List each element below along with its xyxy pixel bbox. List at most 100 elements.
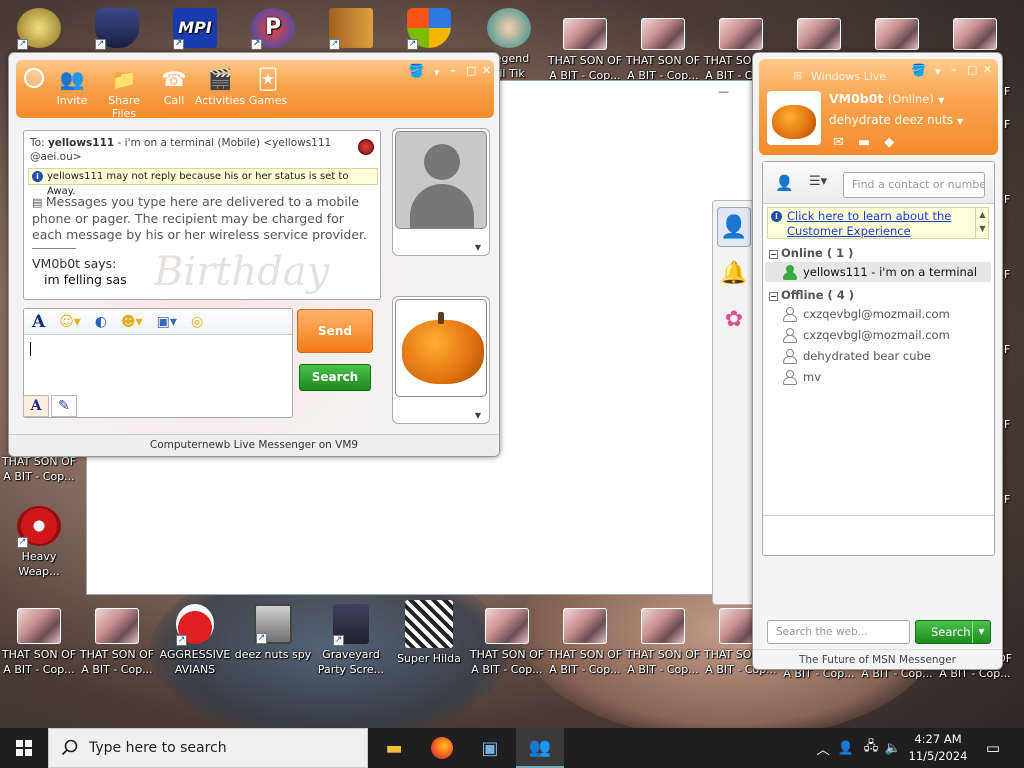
- chevron-down-icon[interactable]: ▼: [475, 411, 481, 420]
- share-files-button[interactable]: 📁 Share Files: [96, 66, 152, 120]
- minimize-icon[interactable]: –: [951, 63, 957, 76]
- paint-bucket-icon[interactable]: 🪣: [408, 64, 424, 79]
- text-mode-tab[interactable]: A: [23, 395, 49, 417]
- menu-orb-icon[interactable]: [24, 68, 44, 88]
- nudge-icon[interactable]: ◎: [191, 314, 203, 330]
- desktop-icon-thatson-left[interactable]: THAT SON OF A BIT - Cop...: [0, 454, 78, 484]
- search-button[interactable]: Search: [299, 364, 371, 391]
- contact-list-window[interactable]: ⊞ Windows Live 🪣 ▾ – □ ✕ VM0b0t (Online)…: [752, 52, 1003, 670]
- firefox-icon[interactable]: [418, 728, 466, 768]
- spaces-icon[interactable]: ◆: [884, 135, 894, 150]
- photo-icon: [641, 608, 685, 644]
- block-icon[interactable]: [358, 139, 374, 155]
- start-button[interactable]: [0, 728, 48, 768]
- desktop-icon-5[interactable]: ↗: [312, 8, 390, 51]
- desktop-icon-thatson-b5[interactable]: THAT SON OF A BIT - Cop...: [624, 608, 702, 677]
- desktop-icon-3[interactable]: MPI ↗: [156, 8, 234, 51]
- desktop-icon-2[interactable]: ↗: [78, 8, 156, 51]
- contacts-tab[interactable]: 👤: [717, 207, 751, 247]
- desktop-icon-6[interactable]: ↗: [390, 8, 468, 51]
- minimize-icon[interactable]: —: [718, 85, 729, 98]
- desktop-icon-thatson-t4[interactable]: [780, 18, 858, 53]
- desktop-icon-super-hilda[interactable]: Super Hilda: [390, 600, 468, 666]
- maximize-icon[interactable]: □: [466, 64, 476, 77]
- desktop-icon-aggressive-avians[interactable]: ↗ AGGRESSIVE AVIANS: [156, 604, 234, 677]
- windows-logo-icon: [16, 740, 32, 756]
- desktop-icon-thatson-t6[interactable]: [936, 18, 1014, 53]
- desktop-icon-thatson-t5[interactable]: [858, 18, 936, 53]
- contact-display-picture[interactable]: ▼: [392, 128, 490, 256]
- desktop-icon-heavy-weapons[interactable]: ↗ Heavy Weap...: [0, 506, 78, 579]
- chevron-down-icon[interactable]: ▾: [935, 65, 941, 78]
- group-online[interactable]: − Online ( 1 ): [769, 246, 853, 260]
- contact-row[interactable]: cxzqevbgl@mozmail.com: [765, 325, 991, 345]
- desktop-icon-thatson-b2[interactable]: THAT SON OF A BIT - Cop...: [78, 608, 156, 677]
- invite-button[interactable]: 👥 Invite: [44, 66, 100, 107]
- minimize-icon[interactable]: –: [450, 64, 456, 77]
- voice-clip-icon[interactable]: ◐: [95, 314, 107, 330]
- conversation-window[interactable]: 👥 Invite 📁 Share Files ☎ Call 🎬 Activiti…: [8, 52, 500, 457]
- chevron-down-icon[interactable]: ▼: [957, 117, 963, 126]
- desktop-icon-4[interactable]: P ↗: [234, 8, 312, 51]
- desktop-icon-graveyard[interactable]: ↗ Graveyard Party Scre...: [312, 604, 390, 677]
- desktop-icon-thatson-b4[interactable]: THAT SON OF A BIT - Cop...: [546, 608, 624, 677]
- collapse-icon[interactable]: −: [769, 250, 778, 259]
- my-display-picture[interactable]: ▼: [392, 296, 490, 424]
- mail-icon[interactable]: ✉: [833, 135, 844, 150]
- my-name[interactable]: VM0b0t (Online) ▼: [829, 91, 944, 106]
- handwriting-mode-tab[interactable]: ✎: [51, 395, 77, 417]
- font-icon[interactable]: A: [32, 312, 45, 332]
- contact-row[interactable]: cxzqevbgl@mozmail.com: [765, 304, 991, 324]
- conversation-history[interactable]: Birthday To: yellows111 - i'm on a termi…: [23, 130, 381, 300]
- background-icon[interactable]: ▣▾: [157, 314, 177, 330]
- notification-icon[interactable]: ▭: [978, 728, 1008, 768]
- chevron-down-icon[interactable]: ▾: [434, 66, 440, 79]
- collapse-icon[interactable]: −: [769, 292, 778, 301]
- emoticon-icon[interactable]: ☺▾: [59, 314, 81, 330]
- wink-icon[interactable]: ☻▾: [121, 314, 143, 330]
- find-contact-input[interactable]: Find a contact or number: [843, 172, 985, 198]
- desktop-icon-thatson-b1[interactable]: THAT SON OF A BIT - Cop...: [0, 608, 78, 677]
- web-search-input[interactable]: Search the web...: [767, 620, 910, 644]
- close-icon[interactable]: ✕: [482, 64, 491, 77]
- personal-message[interactable]: dehydrate deez nuts ▼: [829, 113, 963, 127]
- group-offline[interactable]: − Offline ( 4 ): [769, 288, 854, 302]
- desktop-icon-thatson-t2[interactable]: THAT SON OF A BIT - Cop...: [624, 18, 702, 83]
- chevron-down-icon[interactable]: ▼: [972, 621, 990, 643]
- clock[interactable]: 4:27 AM 11/5/2024: [902, 731, 974, 765]
- contact-row[interactable]: dehydrated bear cube: [765, 346, 991, 366]
- customer-experience-link[interactable]: i Click here to learn about the Customer…: [767, 207, 989, 239]
- games-button[interactable]: 🃏 Games: [240, 66, 296, 107]
- send-button[interactable]: Send: [297, 309, 373, 353]
- volume-icon[interactable]: 🔈: [882, 728, 904, 768]
- photo-icon: [563, 608, 607, 644]
- bell-icon[interactable]: 🔔: [717, 253, 751, 293]
- contact-row[interactable]: yellows111 - i'm on a terminal: [765, 262, 991, 282]
- show-hidden-icons[interactable]: ︿: [814, 728, 832, 768]
- contact-row[interactable]: mv: [765, 367, 991, 387]
- desktop-icon-1[interactable]: ↗: [0, 8, 78, 51]
- messenger-tray-icon[interactable]: 👤: [836, 728, 856, 768]
- network-icon[interactable]: 🖧: [860, 728, 882, 768]
- flowers-icon[interactable]: ✿: [717, 299, 751, 339]
- close-icon[interactable]: ✕: [983, 63, 992, 76]
- maximize-icon[interactable]: □: [967, 63, 977, 76]
- web-search-button[interactable]: Search ▼: [915, 620, 991, 644]
- messenger-taskbar-icon[interactable]: 👥: [516, 728, 564, 768]
- desktop-icon-deez-nuts-spy[interactable]: ↗ deez nuts spy: [234, 604, 312, 662]
- desktop-icon-thatson-b3[interactable]: THAT SON OF A BIT - Cop...: [468, 608, 546, 677]
- chevron-down-icon[interactable]: ▼: [938, 96, 944, 105]
- window-app-icon[interactable]: ▣: [466, 728, 514, 768]
- view-options-icon[interactable]: ☰▾: [809, 174, 827, 189]
- paint-bucket-icon[interactable]: 🪣: [911, 63, 926, 77]
- recipient-name: yellows111: [47, 137, 115, 149]
- folder-icon[interactable]: ▬: [858, 135, 870, 150]
- promo-scrollbar[interactable]: ▲ ▼: [975, 208, 989, 238]
- file-explorer-icon[interactable]: ▬: [370, 728, 418, 768]
- message-separator: [32, 248, 76, 249]
- my-avatar[interactable]: [767, 91, 821, 145]
- chevron-down-icon[interactable]: ▼: [475, 243, 481, 252]
- taskbar-search[interactable]: Type here to search: [48, 728, 368, 768]
- add-contact-icon[interactable]: 👤: [775, 174, 794, 192]
- desktop-icon-thatson-t1[interactable]: THAT SON OF A BIT - Cop...: [546, 18, 624, 83]
